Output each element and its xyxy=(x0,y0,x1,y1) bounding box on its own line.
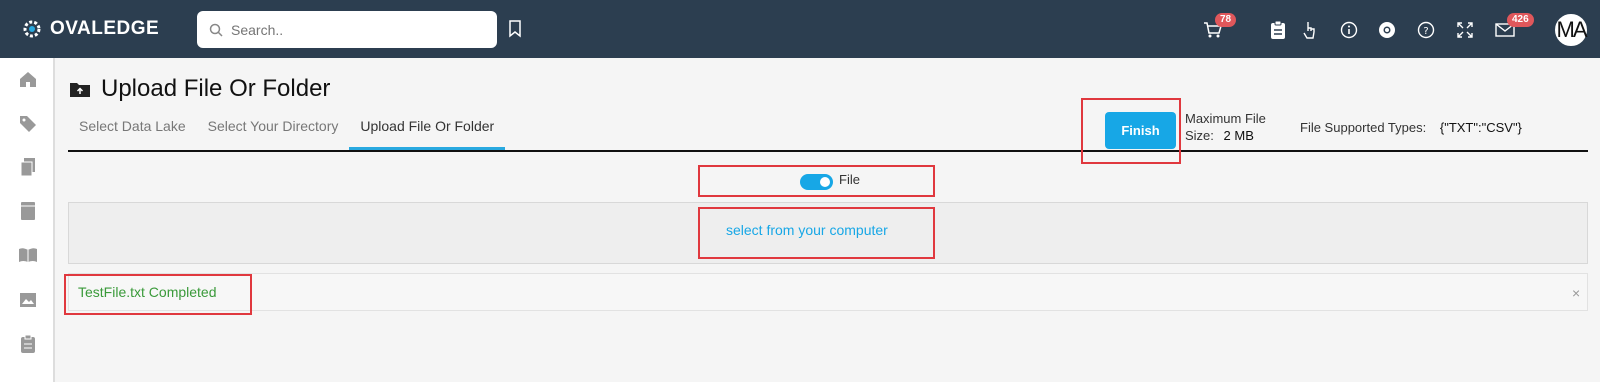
uploaded-file-row xyxy=(68,273,1588,311)
search-icon xyxy=(209,23,223,37)
page-title: Upload File Or Folder xyxy=(69,75,330,103)
top-navbar: OVALEDGE 78 ? 426 MA xyxy=(0,0,1600,58)
logo-text: OVALEDGE xyxy=(50,18,160,39)
open-book-icon[interactable] xyxy=(17,244,39,266)
highlight-toggle xyxy=(698,165,935,197)
highlight-select-link xyxy=(698,207,935,259)
folder-upload-icon xyxy=(70,83,90,97)
max-file-size: Maximum File Size: 2 MB xyxy=(1185,110,1266,144)
page-title-text: Upload File Or Folder xyxy=(101,75,331,102)
highlight-finish xyxy=(1081,98,1181,164)
chrome-icon[interactable] xyxy=(1376,19,1398,41)
logo-gear-icon xyxy=(23,20,41,38)
hand-pointer-icon[interactable] xyxy=(1299,19,1321,41)
max-size-value: 2 MB xyxy=(1223,128,1254,143)
search-input[interactable] xyxy=(231,21,481,38)
cart-badge: 78 xyxy=(1215,13,1237,27)
tab-select-your-directory[interactable]: Select Your Directory xyxy=(197,106,350,150)
image-icon[interactable] xyxy=(17,289,39,311)
sidebar xyxy=(0,58,55,382)
tab-select-data-lake[interactable]: Select Data Lake xyxy=(68,106,197,150)
clipboard-icon[interactable] xyxy=(1267,19,1289,41)
mail-badge: 426 xyxy=(1507,13,1534,27)
supported-types: File Supported Types: {"TXT":"CSV"} xyxy=(1300,120,1522,135)
documents-icon[interactable] xyxy=(17,156,39,178)
expand-icon[interactable] xyxy=(1454,19,1476,41)
wizard-tabs: Select Data Lake Select Your Directory U… xyxy=(68,106,506,150)
help-icon[interactable]: ? xyxy=(1415,19,1437,41)
max-size-label-line2: Size: xyxy=(1185,128,1214,143)
info-icon[interactable] xyxy=(1338,19,1360,41)
book-icon[interactable] xyxy=(17,200,39,222)
close-icon[interactable]: × xyxy=(1572,285,1580,301)
max-size-line2: Size: 2 MB xyxy=(1185,127,1266,144)
ovaledge-logo[interactable]: OVALEDGE xyxy=(20,15,159,43)
svg-text:?: ? xyxy=(1423,26,1428,37)
tab-divider xyxy=(68,150,1588,152)
types-value: {"TXT":"CSV"} xyxy=(1439,120,1522,135)
highlight-file-status xyxy=(64,274,252,315)
search-box[interactable] xyxy=(197,11,497,48)
types-label: File Supported Types: xyxy=(1300,120,1427,135)
user-avatar[interactable]: MA xyxy=(1553,12,1589,48)
bookmark-icon[interactable] xyxy=(508,20,522,38)
tasks-icon[interactable] xyxy=(17,333,39,355)
max-size-label-line1: Maximum File xyxy=(1185,111,1266,126)
tab-upload-file-or-folder[interactable]: Upload File Or Folder xyxy=(349,106,506,150)
cart-icon[interactable]: 78 xyxy=(1202,13,1237,41)
home-icon[interactable] xyxy=(17,68,39,90)
mail-icon[interactable]: 426 xyxy=(1494,13,1534,41)
tag-icon[interactable] xyxy=(17,113,39,135)
